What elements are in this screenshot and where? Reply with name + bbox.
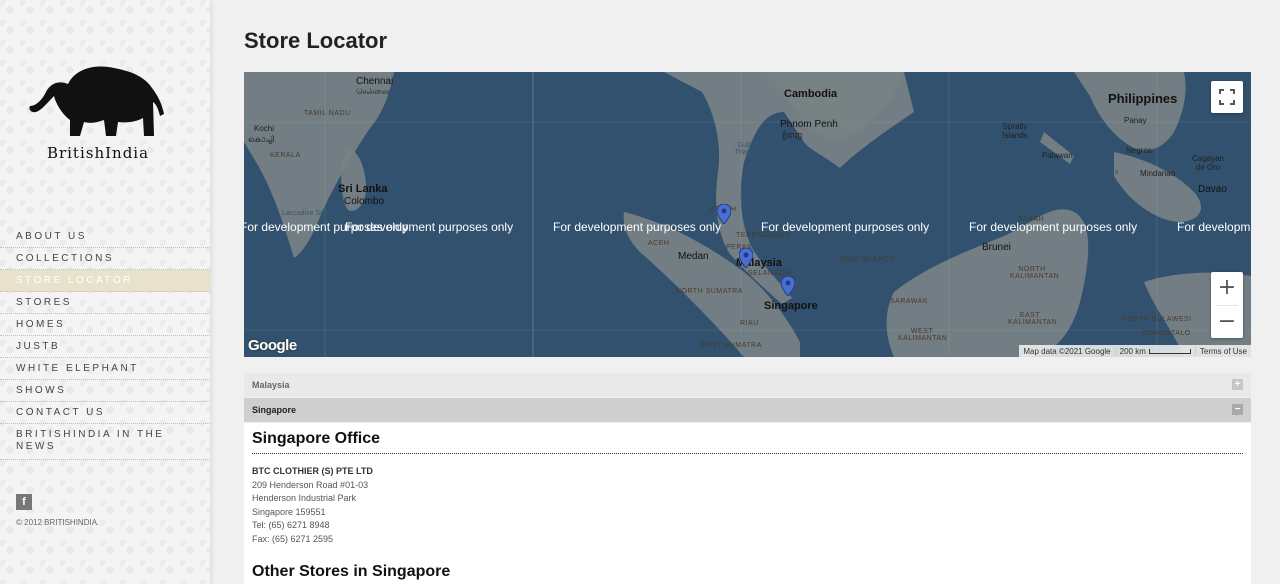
nav-justb[interactable]: JUSTB — [0, 336, 210, 358]
map-label-medan: Medan — [678, 251, 709, 262]
address-line-1: 209 Henderson Road #01-03 — [252, 479, 369, 490]
dev-notice-2: For development purposes only — [345, 220, 514, 234]
map-label-chennai: Chennai — [356, 76, 394, 87]
map-label-tamil-nadu: TAMIL NADU — [304, 110, 351, 117]
map-label-riau-islands: RIAU ISLANDS — [840, 256, 895, 263]
facebook-icon[interactable]: f — [16, 494, 32, 510]
map-label-bay-of-bengal: Bay of Bengal — [460, 74, 504, 81]
brand-logo[interactable]: BritishIndia — [18, 62, 178, 166]
sidebar: BritishIndia ABOUT US COLLECTIONS STORE … — [0, 0, 211, 584]
page-title: Store Locator — [244, 28, 388, 53]
map-label-gorontalo: GORONTALO — [1142, 330, 1191, 337]
map-scale[interactable]: 200 km — [1114, 346, 1195, 356]
map-label-gulf-of-thailand: Gulf of Thailand — [734, 142, 762, 156]
map-label-east-kalimantan: EAST KALIMANTAN — [1008, 312, 1058, 326]
map-label-singapore: Singapore — [764, 300, 818, 312]
address-city: Singapore 159551 — [252, 506, 326, 517]
elephant-icon — [29, 66, 164, 136]
map-label-palawan: Palawan — [1042, 151, 1073, 160]
company-name: BTC CLOTHIER (S) PTE LTD — [252, 466, 373, 476]
copyright: © 2012 BRITISHINDIA. — [16, 518, 100, 527]
nav-white-elephant[interactable]: WHITE ELEPHANT — [0, 358, 210, 380]
map-label-spratly: Spratly Islands — [1002, 122, 1028, 140]
nav-shows[interactable]: SHOWS — [0, 380, 210, 402]
singapore-panel: Singapore Office BTC CLOTHIER (S) PTE LT… — [244, 423, 1251, 584]
store-map[interactable]: Chennai சென்னை Bay of Bengal TAMIL NADU … — [244, 72, 1251, 357]
divider — [252, 453, 1243, 454]
map-attribution: Map data ©2021 Google 200 km Terms of Us… — [1019, 345, 1251, 357]
accordion-singapore-label: Singapore — [252, 405, 297, 415]
map-label-chennai-tamil: சென்னை — [356, 87, 390, 96]
dev-notice-3: For development purposes only — [553, 220, 722, 234]
address-line-2: Henderson Industrial Park — [252, 493, 357, 503]
nav-in-the-news[interactable]: BRITISHINDIA IN THE NEWS — [0, 424, 210, 460]
dev-notice-5: For development purposes only — [969, 220, 1138, 234]
map-data-credit: Map data ©2021 Google — [1023, 346, 1111, 356]
map-marker-icon[interactable] — [717, 204, 731, 224]
nav-about-us[interactable]: ABOUT US — [0, 226, 210, 248]
accordion-singapore[interactable]: Singapore − — [244, 398, 1251, 422]
map-label-cagayan: Cagayan de Oro — [1191, 154, 1225, 172]
map-label-sri-lanka: Sri Lanka — [338, 183, 388, 195]
dev-notice-4: For development purposes only — [761, 220, 930, 234]
accordion-malaysia[interactable]: Malaysia + — [244, 373, 1251, 397]
nav-homes[interactable]: HOMES — [0, 314, 210, 336]
map-label-sarawak: SARAWAK — [890, 298, 928, 305]
office-fax: Fax: (65) 6271 2595 — [252, 533, 334, 544]
map-label-colombo: Colombo — [344, 196, 385, 207]
map-label-west-kalimantan: WEST KALIMANTAN — [898, 328, 948, 342]
office-tel: Tel: (65) 6271 8948 — [252, 520, 330, 530]
nav-contact-us[interactable]: CONTACT US — [0, 402, 210, 424]
terms-of-use-link[interactable]: Terms of Use — [1194, 346, 1251, 356]
map-label-kerala: KERALA — [270, 152, 301, 159]
zoom-out-button[interactable]: − — [1211, 306, 1243, 339]
map-label-laccadive-sea: Laccadive Sea — [282, 210, 328, 217]
google-logo[interactable]: Google — [248, 337, 297, 354]
map-label-davao: Davao — [1198, 184, 1227, 195]
map-label-philippines: Philippines — [1108, 91, 1178, 106]
other-stores-title: Other Stores in Singapore — [252, 563, 451, 580]
map-label-kochi: Kochi — [254, 124, 275, 133]
nav-store-locator[interactable]: STORE LOCATOR — [0, 270, 210, 292]
nav-stores[interactable]: STORES — [0, 292, 210, 314]
brand-name: BritishIndia — [46, 144, 150, 162]
accordion-malaysia-label: Malaysia — [252, 380, 290, 390]
map-marker-icon[interactable] — [781, 276, 795, 296]
fullscreen-button[interactable] — [1211, 81, 1243, 113]
map-terrain — [244, 72, 1251, 357]
zoom-controls: + − — [1211, 272, 1243, 338]
zoom-in-button[interactable]: + — [1211, 272, 1243, 305]
map-label-aceh: ACEH — [648, 240, 670, 247]
nav-collections[interactable]: COLLECTIONS — [0, 248, 210, 270]
expand-icon[interactable]: + — [1232, 379, 1243, 390]
map-label-west-sumatra: WEST SUMATRA — [700, 342, 762, 349]
map-label-andaman-sea: Andaman Sea — [610, 118, 655, 125]
map-label-sulu-sea: Sulu Sea — [1090, 169, 1119, 176]
map-label-brunei: Brunei — [982, 242, 1011, 253]
map-label-north-sumatra: NORTH SUMATRA — [676, 288, 743, 295]
map-label-north-sulawesi: NORTH SULAWESI — [1122, 316, 1192, 323]
map-label-mindanao: Mindanao — [1140, 169, 1176, 178]
map-scale-label: 200 km — [1119, 346, 1146, 356]
map-marker-icon[interactable] — [739, 248, 753, 268]
map-label-kochi-ml: കൊച്ചി — [248, 135, 274, 144]
dev-notice-6: For development purposes only — [1177, 220, 1251, 234]
map-label-cambodia: Cambodia — [784, 88, 838, 100]
scale-bar — [1148, 348, 1191, 354]
map-label-riau: RIAU — [740, 320, 759, 327]
office-title: Singapore Office — [252, 430, 381, 447]
office-address: BTC CLOTHIER (S) PTE LTD 209 Henderson R… — [252, 465, 373, 546]
main-nav: ABOUT US COLLECTIONS STORE LOCATOR STORE… — [0, 226, 210, 460]
fullscreen-icon — [1219, 89, 1235, 105]
map-label-phnom-penh-km: ភ្នំពេញ — [782, 131, 803, 140]
map-label-north-kalimantan: NORTH KALIMANTAN — [1010, 266, 1060, 280]
collapse-icon[interactable]: − — [1232, 404, 1243, 415]
map-label-celebes-sea: Celebes Sea — [1132, 262, 1173, 269]
map-label-panay: Panay — [1124, 116, 1147, 125]
map-label-negros: Negros — [1126, 146, 1152, 155]
map-label-phnom-penh: Phnom Penh — [780, 119, 838, 130]
